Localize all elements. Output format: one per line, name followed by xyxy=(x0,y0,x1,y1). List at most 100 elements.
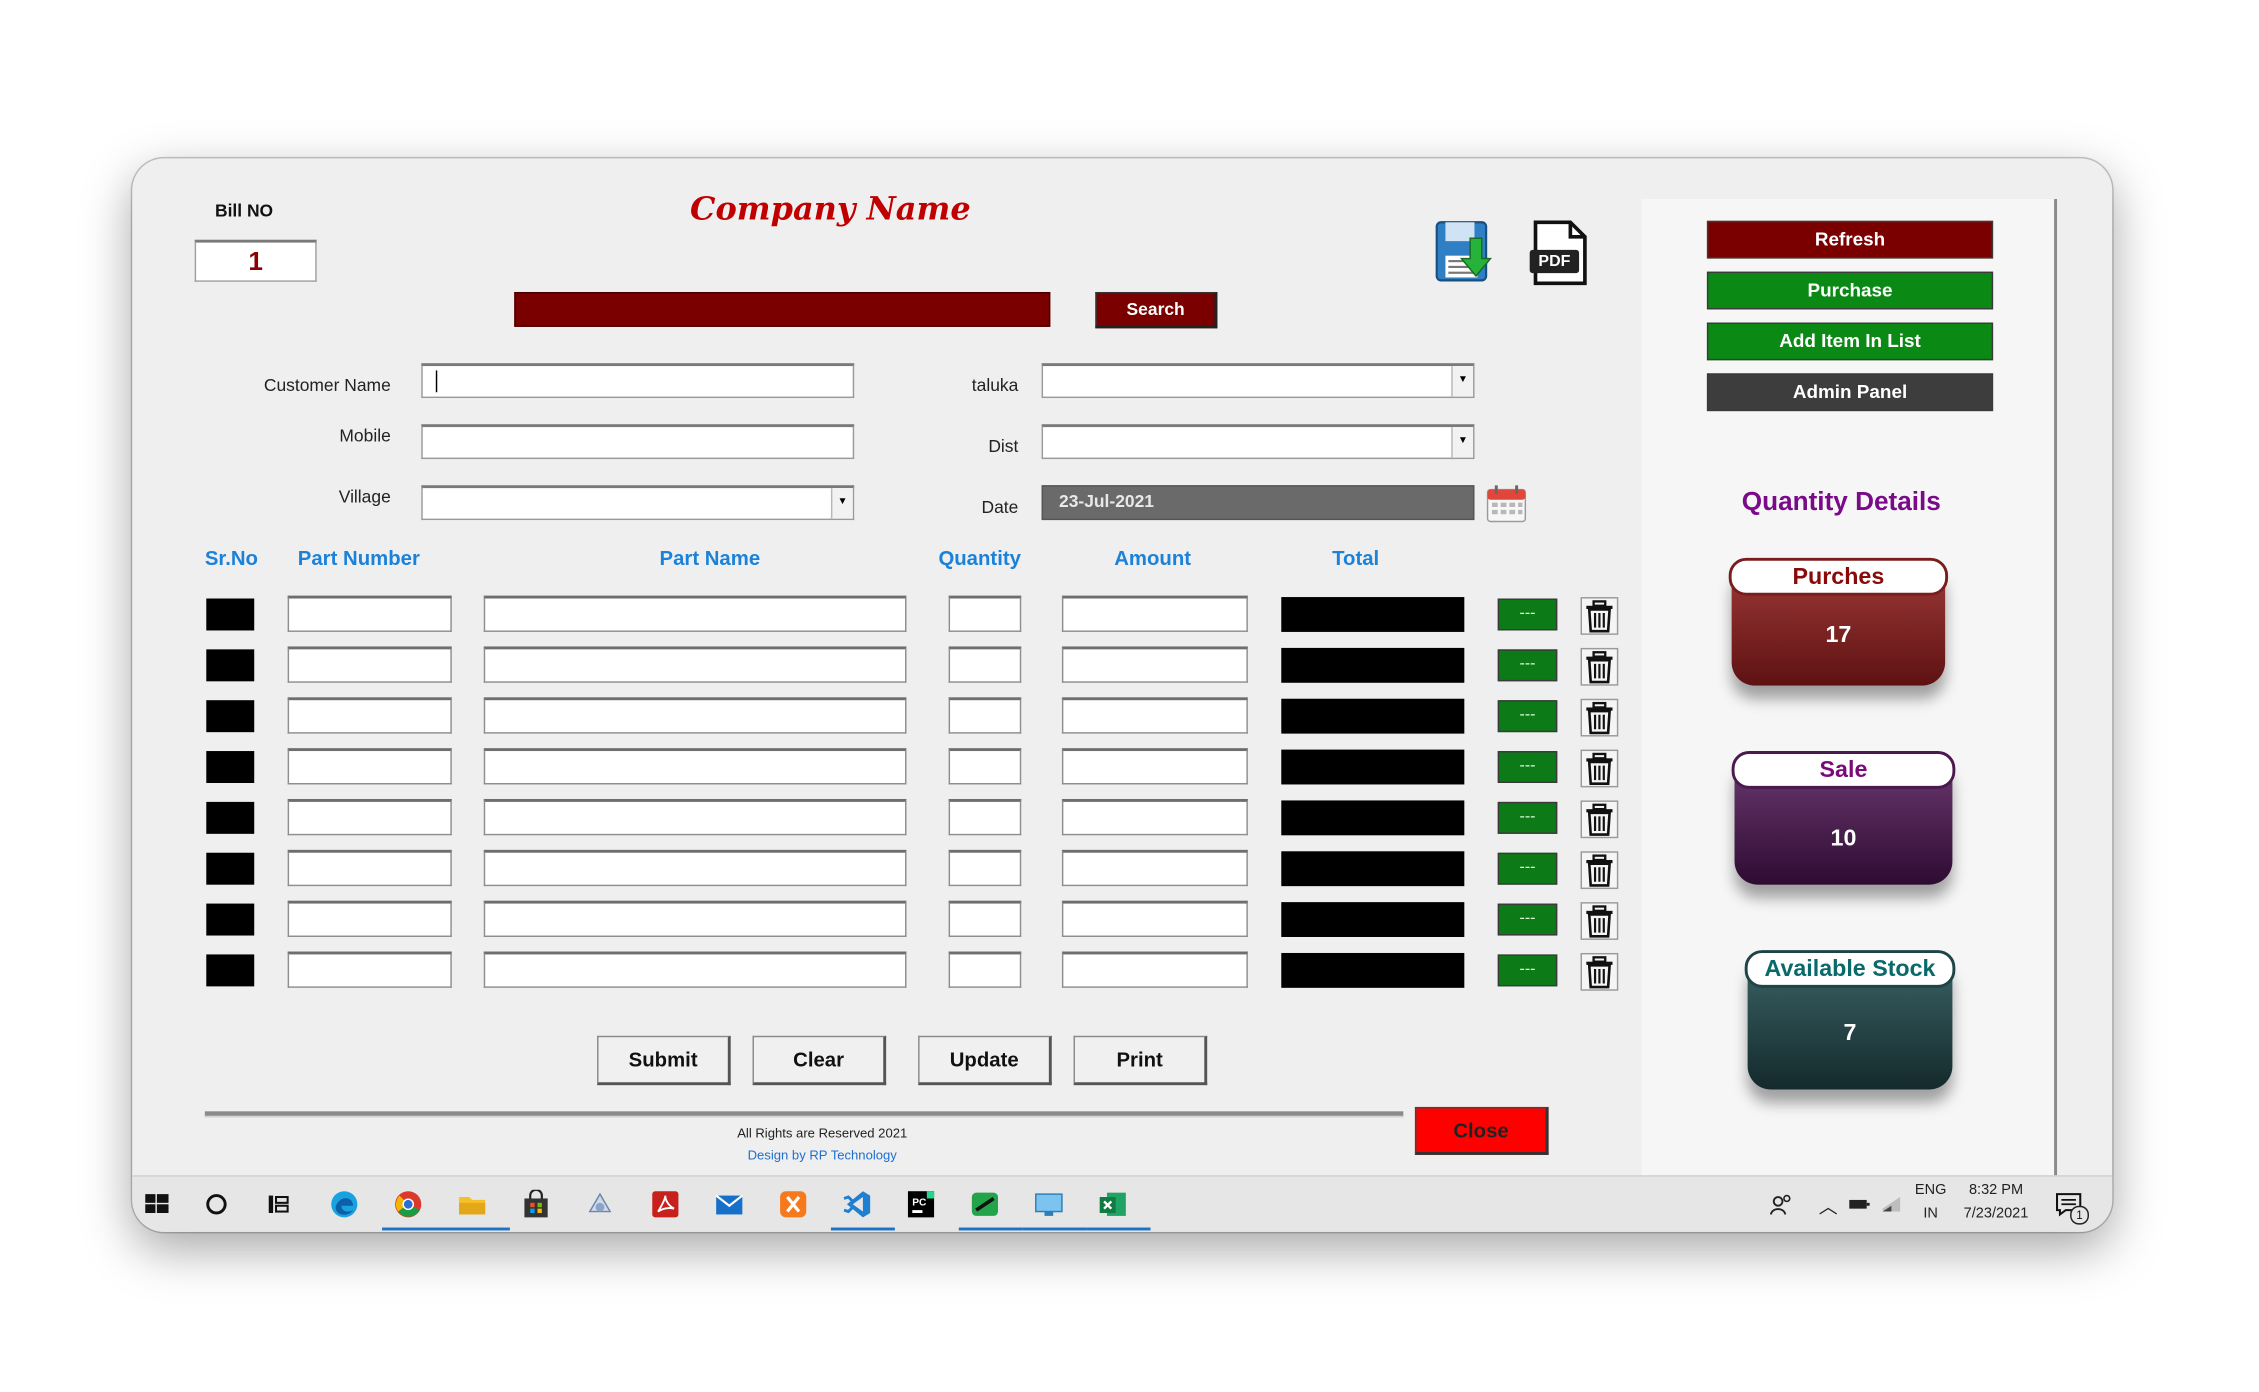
store-icon[interactable] xyxy=(522,1188,551,1219)
part-name-cell[interactable] xyxy=(483,697,907,734)
trash-icon[interactable] xyxy=(1580,851,1619,890)
part-number-cell[interactable] xyxy=(287,646,452,683)
chevron-down-icon[interactable]: ▼ xyxy=(1451,366,1474,397)
date-field[interactable]: 23-Jul-2021 xyxy=(1041,485,1475,521)
people-icon[interactable] xyxy=(1769,1190,1792,1219)
vscode-icon[interactable] xyxy=(843,1190,872,1219)
part-name-cell[interactable] xyxy=(483,900,907,937)
col-total: Total xyxy=(1332,546,1380,570)
part-name-cell[interactable] xyxy=(483,646,907,683)
xampp-icon[interactable] xyxy=(779,1190,808,1219)
app-icon[interactable] xyxy=(585,1190,614,1219)
total-cell xyxy=(1281,851,1465,887)
mail-icon[interactable] xyxy=(715,1190,744,1219)
part-number-cell[interactable] xyxy=(287,697,452,734)
part-number-cell[interactable] xyxy=(287,748,452,785)
part-name-cell[interactable] xyxy=(483,748,907,785)
trash-icon[interactable] xyxy=(1580,902,1619,940)
row-action-button[interactable]: --- xyxy=(1497,852,1558,885)
add-item-button[interactable]: Add Item In List xyxy=(1706,322,1994,361)
trash-icon[interactable] xyxy=(1580,647,1619,686)
village-dropdown[interactable]: ▼ xyxy=(421,485,855,521)
search-input[interactable] xyxy=(514,291,1051,327)
trash-icon[interactable] xyxy=(1580,698,1619,737)
amount-cell[interactable] xyxy=(1061,697,1248,734)
part-name-cell[interactable] xyxy=(483,798,907,836)
amount-cell[interactable] xyxy=(1061,900,1248,937)
admin-panel-button[interactable]: Admin Panel xyxy=(1706,373,1994,412)
quantity-cell[interactable] xyxy=(948,951,1022,988)
trash-icon[interactable] xyxy=(1580,749,1619,788)
green-app-icon[interactable] xyxy=(970,1190,999,1219)
part-number-cell[interactable] xyxy=(287,798,452,836)
wifi-icon[interactable] xyxy=(1880,1190,1903,1219)
purchase-button[interactable]: Purchase xyxy=(1706,271,1994,310)
excel-icon[interactable] xyxy=(1098,1190,1127,1219)
quantity-cell[interactable] xyxy=(948,900,1022,937)
part-number-cell[interactable] xyxy=(287,595,452,632)
refresh-button[interactable]: Refresh xyxy=(1706,220,1994,259)
row-action-button[interactable]: --- xyxy=(1497,700,1558,733)
row-action-button[interactable]: --- xyxy=(1497,801,1558,834)
pdf-icon[interactable]: PDF xyxy=(1527,218,1591,288)
part-number-cell[interactable] xyxy=(287,849,452,887)
part-name-cell[interactable] xyxy=(483,595,907,632)
language-top[interactable]: ENG xyxy=(1913,1182,1948,1198)
quantity-cell[interactable] xyxy=(948,748,1022,785)
chrome-icon[interactable] xyxy=(394,1190,423,1219)
taskbar: PC ︿ ENG IN 8:32 PM 7/23/2021 1 xyxy=(132,1175,2113,1232)
row-action-button[interactable]: --- xyxy=(1497,598,1558,631)
submit-button[interactable]: Submit xyxy=(597,1035,731,1086)
part-name-cell[interactable] xyxy=(483,849,907,887)
amount-cell[interactable] xyxy=(1061,646,1248,683)
quantity-cell[interactable] xyxy=(948,595,1022,632)
taluka-dropdown[interactable]: ▼ xyxy=(1041,363,1475,399)
clear-button[interactable]: Clear xyxy=(752,1035,887,1086)
amount-cell[interactable] xyxy=(1061,951,1248,988)
part-number-cell[interactable] xyxy=(287,900,452,937)
pycharm-icon[interactable]: PC xyxy=(906,1190,935,1219)
row-action-button[interactable]: --- xyxy=(1497,649,1558,682)
chevron-down-icon[interactable]: ▼ xyxy=(830,488,853,519)
chevron-up-icon[interactable]: ︿ xyxy=(1819,1191,1838,1219)
acrobat-icon[interactable] xyxy=(651,1190,680,1219)
clock-date[interactable]: 7/23/2021 xyxy=(1952,1206,2039,1222)
mobile-field[interactable] xyxy=(421,424,855,460)
windows-icon[interactable] xyxy=(142,1190,171,1219)
bill-no-field[interactable]: 1 xyxy=(194,239,317,282)
update-button[interactable]: Update xyxy=(918,1035,1052,1086)
part-name-cell[interactable] xyxy=(483,951,907,988)
row-action-button[interactable]: --- xyxy=(1497,751,1558,784)
edge-icon[interactable] xyxy=(330,1190,359,1219)
amount-cell[interactable] xyxy=(1061,798,1248,836)
trash-icon[interactable] xyxy=(1580,952,1619,991)
save-icon[interactable] xyxy=(1432,218,1496,288)
search-button[interactable]: Search xyxy=(1095,291,1218,329)
notification-badge: 1 xyxy=(2070,1205,2089,1225)
part-number-cell[interactable] xyxy=(287,951,452,988)
quantity-cell[interactable] xyxy=(948,798,1022,836)
row-action-button[interactable]: --- xyxy=(1497,954,1558,987)
remote-desktop-icon[interactable] xyxy=(1034,1190,1063,1219)
search-icon[interactable] xyxy=(202,1190,231,1219)
amount-cell[interactable] xyxy=(1061,849,1248,887)
quantity-cell[interactable] xyxy=(948,697,1022,734)
task-view-icon[interactable] xyxy=(264,1190,293,1219)
clock-time[interactable]: 8:32 PM xyxy=(1952,1182,2039,1198)
chevron-down-icon[interactable]: ▼ xyxy=(1451,427,1474,458)
trash-icon[interactable] xyxy=(1580,800,1619,839)
calendar-icon[interactable] xyxy=(1486,485,1527,523)
amount-cell[interactable] xyxy=(1061,748,1248,785)
print-button[interactable]: Print xyxy=(1073,1035,1208,1086)
trash-icon[interactable] xyxy=(1580,597,1619,635)
file-explorer-icon[interactable] xyxy=(458,1190,487,1219)
quantity-cell[interactable] xyxy=(948,646,1022,683)
amount-cell[interactable] xyxy=(1061,595,1248,632)
dist-dropdown[interactable]: ▼ xyxy=(1041,424,1475,460)
language-bottom[interactable]: IN xyxy=(1913,1206,1948,1222)
battery-icon[interactable] xyxy=(1848,1190,1871,1219)
quantity-cell[interactable] xyxy=(948,849,1022,887)
row-action-button[interactable]: --- xyxy=(1497,903,1558,936)
close-button[interactable]: Close xyxy=(1414,1106,1549,1155)
customer-name-field[interactable] xyxy=(421,363,855,399)
